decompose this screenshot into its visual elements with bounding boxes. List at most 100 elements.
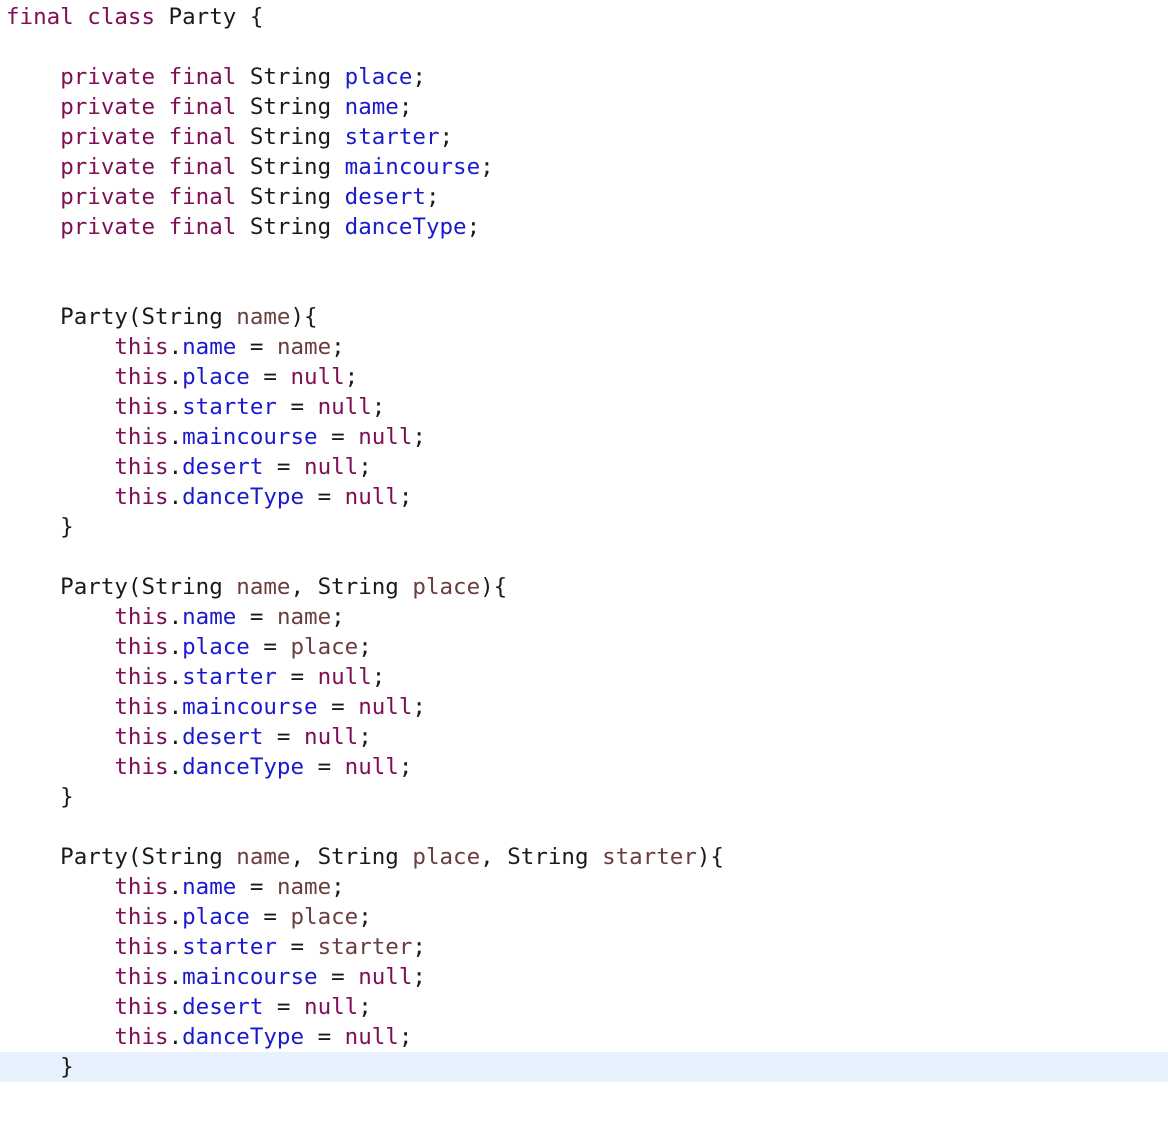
code-line[interactable]: private final String starter;	[0, 122, 1168, 152]
code-line[interactable]: this.place = null;	[0, 362, 1168, 392]
code-line[interactable]: Party(String name){	[0, 302, 1168, 332]
code-line[interactable]: this.name = name;	[0, 602, 1168, 632]
code-line[interactable]	[0, 242, 1168, 272]
field-token: name	[182, 604, 237, 630]
keyword-token: this	[114, 424, 169, 450]
code-line[interactable]: this.maincourse = null;	[0, 422, 1168, 452]
code-line[interactable]: this.place = place;	[0, 632, 1168, 662]
keyword-token: this	[114, 724, 169, 750]
code-line[interactable]: this.maincourse = null;	[0, 692, 1168, 722]
field-token: danceType	[344, 214, 467, 240]
code-line[interactable]: this.name = name;	[0, 872, 1168, 902]
code-text: =	[304, 1024, 345, 1050]
parameter-token: name	[276, 874, 332, 900]
code-line[interactable]: this.name = name;	[0, 332, 1168, 362]
code-text: ){	[480, 574, 508, 600]
code-line[interactable]: private final String desert;	[0, 182, 1168, 212]
code-line[interactable]: this.maincourse = null;	[0, 962, 1168, 992]
parameter-token: place	[412, 844, 481, 870]
keyword-token: final	[168, 154, 237, 180]
code-text: ;	[398, 484, 413, 510]
code-line[interactable]: private final String place;	[0, 62, 1168, 92]
code-line[interactable]: }	[0, 782, 1168, 812]
code-line[interactable]: this.starter = starter;	[0, 932, 1168, 962]
code-line[interactable]: Party(String name, String place, String …	[0, 842, 1168, 872]
code-text: ;	[398, 754, 413, 780]
code-line[interactable]: this.desert = null;	[0, 992, 1168, 1022]
code-line[interactable]: private final String maincourse;	[0, 152, 1168, 182]
code-line[interactable]: final class Party {	[0, 2, 1168, 32]
code-text: .	[168, 934, 183, 960]
code-text: ;	[480, 154, 494, 180]
code-line[interactable]	[0, 32, 1168, 62]
code-line[interactable]: this.danceType = null;	[0, 1022, 1168, 1052]
code-lines: final class Party { private final String…	[0, 0, 1168, 1082]
keyword-token: final	[168, 124, 237, 150]
code-line[interactable]: Party(String name, String place){	[0, 572, 1168, 602]
code-line[interactable]: this.place = place;	[0, 902, 1168, 932]
code-editor[interactable]: final class Party { private final String…	[0, 0, 1168, 1122]
code-line[interactable]: this.danceType = null;	[0, 752, 1168, 782]
code-line[interactable]: this.starter = null;	[0, 392, 1168, 422]
code-line[interactable]	[0, 542, 1168, 572]
keyword-token: null	[344, 484, 399, 510]
code-text: =	[304, 484, 345, 510]
code-text: .	[168, 604, 183, 630]
parameter-token: name	[236, 304, 291, 330]
keyword-token: null	[304, 454, 359, 480]
code-line[interactable]: this.desert = null;	[0, 722, 1168, 752]
keyword-token: private	[60, 184, 156, 210]
code-text: =	[249, 634, 291, 660]
code-line[interactable]: private final String danceType;	[0, 212, 1168, 242]
keyword-token: final	[6, 4, 74, 30]
code-text: , String	[480, 844, 603, 870]
code-text: ;	[331, 874, 345, 900]
code-line[interactable]	[0, 272, 1168, 302]
code-text: .	[168, 454, 183, 480]
code-text: ;	[331, 604, 345, 630]
field-token: name	[182, 874, 237, 900]
keyword-token: this	[114, 904, 169, 930]
code-line[interactable]: this.desert = null;	[0, 452, 1168, 482]
code-text: ;	[344, 364, 359, 390]
code-text: .	[168, 364, 183, 390]
keyword-token: null	[344, 1024, 399, 1050]
code-text: ;	[425, 184, 440, 210]
code-text: ;	[439, 124, 454, 150]
code-text: .	[168, 484, 183, 510]
code-text: ;	[398, 1024, 413, 1050]
code-text: .	[168, 664, 183, 690]
keyword-token: null	[317, 394, 372, 420]
code-line[interactable]: this.danceType = null;	[0, 482, 1168, 512]
keyword-token: private	[60, 94, 156, 120]
keyword-token: private	[60, 214, 156, 240]
code-text: =	[263, 454, 305, 480]
keyword-token: final	[168, 214, 237, 240]
code-text: .	[168, 634, 183, 660]
code-text: ;	[358, 454, 372, 480]
code-text: =	[317, 694, 359, 720]
keyword-token: this	[114, 394, 169, 420]
code-text: ;	[358, 634, 372, 660]
code-line[interactable]: }	[0, 512, 1168, 542]
code-line[interactable]: this.starter = null;	[0, 662, 1168, 692]
code-line-current[interactable]: }	[0, 1052, 1168, 1082]
code-line[interactable]: private final String name;	[0, 92, 1168, 122]
code-text: Party {	[155, 4, 264, 30]
code-text: .	[168, 694, 183, 720]
field-token: place	[182, 904, 250, 930]
code-line[interactable]	[0, 812, 1168, 842]
code-text: Party(String	[6, 574, 237, 600]
